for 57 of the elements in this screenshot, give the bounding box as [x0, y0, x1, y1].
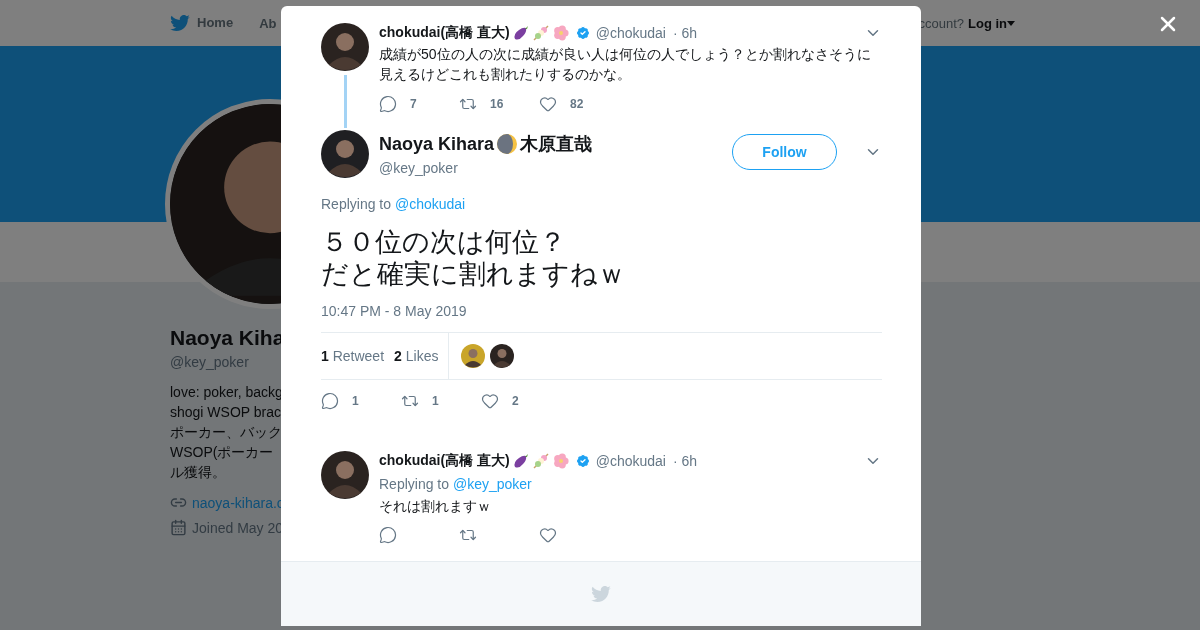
reply-button[interactable]: 1 — [321, 392, 401, 410]
tweet-text: ５０位の次は何位？ だと確実に割れますねｗ — [321, 226, 626, 290]
like-icon — [539, 526, 557, 544]
blossom-icon — [551, 451, 570, 470]
reply-button[interactable]: 7 — [379, 95, 459, 113]
action-count: 82 — [570, 97, 584, 111]
reply-icon — [379, 526, 397, 544]
replying-to: Replying to @chokudai — [321, 196, 467, 212]
profile-handle: @key_poker — [170, 354, 249, 370]
bird-icon — [591, 585, 611, 603]
avatar — [321, 451, 369, 499]
tweet-time: · 6h — [672, 24, 698, 41]
thread-line — [343, 75, 347, 128]
action-count: 1 — [352, 394, 359, 408]
user-name[interactable]: chokudai(高橋 直大) — [379, 451, 510, 470]
like-icon — [481, 392, 499, 410]
mention-link[interactable]: @key_poker — [452, 476, 532, 492]
avatar — [490, 344, 515, 368]
retweet-button[interactable]: 1 — [401, 392, 481, 410]
avatar — [461, 344, 486, 368]
action-count: 16 — [490, 97, 504, 111]
reply-icon — [379, 95, 397, 113]
tweet-timestamp: 10:47 PM - 8 May 2019 — [321, 303, 468, 319]
action-count: 2 — [512, 394, 519, 408]
user-handle: @chokudai — [595, 24, 666, 41]
tweet-time: · 6h — [672, 452, 698, 469]
nav-link[interactable]: Ab — [259, 15, 277, 31]
action-count: 1 — [432, 394, 439, 408]
blossom-icon — [551, 23, 570, 42]
replying-to: Replying to @key_poker — [379, 476, 533, 492]
login-link[interactable]: Log in — [968, 15, 1015, 31]
mention-link[interactable]: @chokudai — [394, 196, 466, 212]
dango-icon — [531, 451, 550, 470]
follow-button[interactable]: Follow — [732, 134, 837, 170]
calendar-icon — [170, 519, 187, 536]
like-button[interactable]: 2 — [481, 392, 561, 410]
user-handle: @key_poker — [379, 160, 459, 176]
user-name[interactable]: chokudai(高橋 直大) — [379, 23, 510, 42]
nav-link[interactable]: Home — [170, 14, 234, 32]
user-name[interactable]: Naoya Kihara — [379, 133, 495, 155]
tweet-text: それは割れますｗ — [379, 497, 492, 516]
tweet-text: 成績が50位の人の次に成績が良い人は何位の人でしょう？とか割れなさそうに見えるけどこれも割れたりするのかな。 — [379, 45, 872, 84]
stat-link[interactable]: 1 Retweet — [321, 348, 385, 364]
user-name-suffix: 木原直哉 — [520, 133, 593, 156]
reply-icon — [321, 392, 339, 410]
retweet-button[interactable]: 16 — [459, 95, 539, 113]
like-button[interactable]: 82 — [539, 95, 619, 113]
avatar — [321, 23, 369, 71]
user-handle: @chokudai — [595, 452, 666, 469]
moon-icon — [496, 133, 519, 155]
stat-link[interactable]: 2 Likes — [394, 348, 439, 364]
action-count: 7 — [410, 97, 417, 111]
avatar — [321, 130, 369, 178]
caret-icon — [1007, 20, 1015, 26]
like-icon — [539, 95, 557, 113]
bird-icon — [170, 14, 190, 32]
dango-icon — [531, 23, 550, 42]
